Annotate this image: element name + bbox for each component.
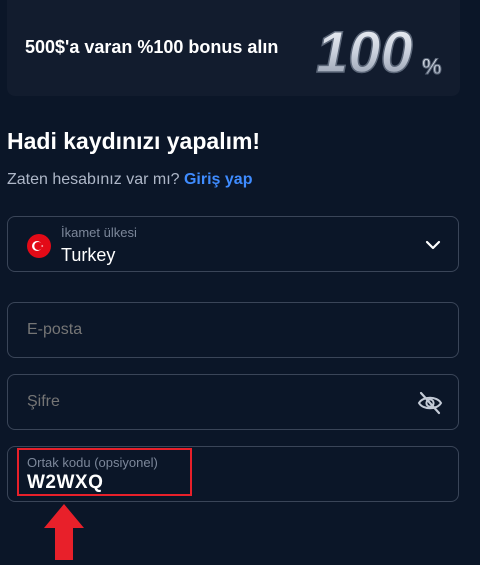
referral-code-value[interactable]: W2WXQ: [27, 472, 103, 494]
login-prompt-text: Zaten hesabınız var mı?: [7, 171, 180, 188]
bonus-banner[interactable]: 500$'a varan %100 bonus alın 100 %: [7, 0, 460, 96]
graphic-number: 100: [316, 20, 413, 82]
password-input[interactable]: [8, 375, 458, 429]
eye-slash-icon[interactable]: [416, 390, 444, 416]
country-label: İkamet ülkesi: [61, 225, 137, 240]
banner-text: 500$'a varan %100 bonus alın: [25, 37, 279, 57]
country-select[interactable]: İkamet ülkesi Turkey: [7, 216, 459, 272]
referral-code-field[interactable]: Ortak kodu (opsiyonel) W2WXQ: [7, 446, 459, 502]
red-arrow-indicator: [44, 504, 84, 560]
signup-page: 500$'a varan %100 bonus alın 100 % Hadi …: [0, 0, 480, 565]
graphic-percent: %: [422, 54, 442, 79]
page-title: Hadi kaydınızı yapalım!: [7, 128, 261, 154]
login-link[interactable]: Giriş yap: [184, 171, 252, 188]
email-input[interactable]: [8, 303, 458, 357]
referral-code-label: Ortak kodu (opsiyonel): [27, 455, 158, 470]
email-field[interactable]: [7, 302, 459, 358]
password-field[interactable]: [7, 374, 459, 430]
country-value: Turkey: [61, 245, 116, 265]
turkey-flag-icon: [27, 234, 51, 258]
hundred-percent-graphic: 100 %: [315, 19, 442, 82]
chevron-down-icon: [425, 240, 441, 250]
login-prompt: Zaten hesabınız var mı? Giriş yap: [7, 171, 252, 189]
